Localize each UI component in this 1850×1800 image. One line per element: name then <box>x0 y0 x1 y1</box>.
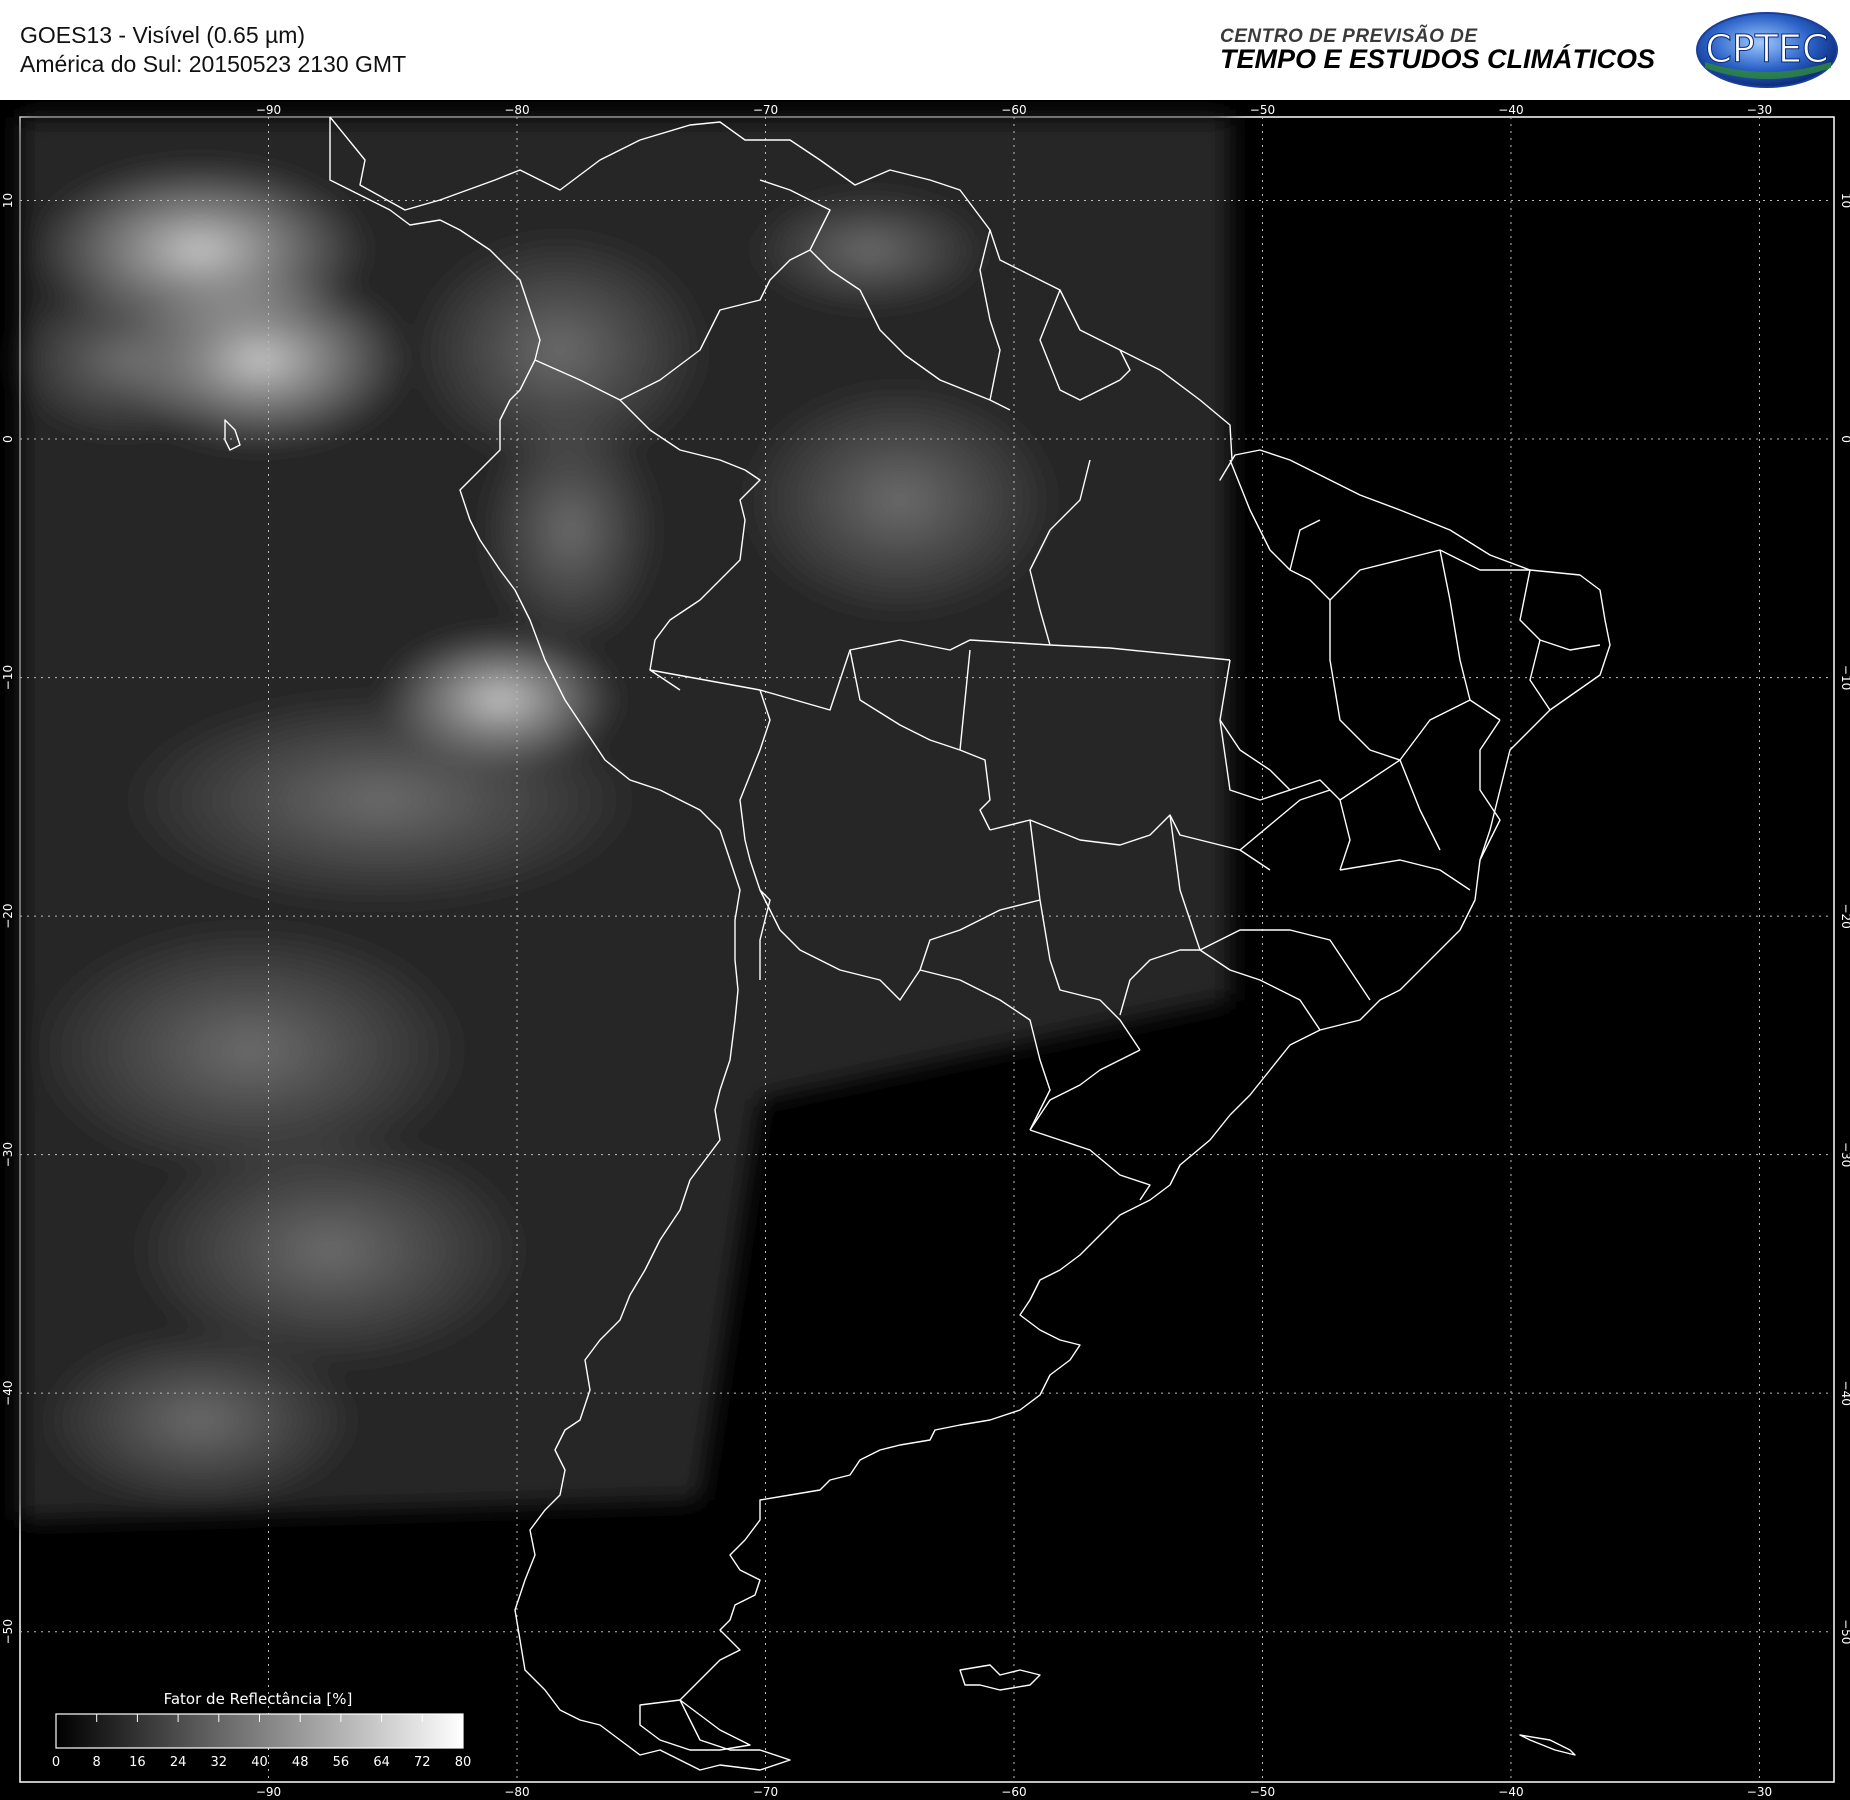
colorbar-tick-label: 16 <box>129 1755 146 1770</box>
lat-tick-label-right: −50 <box>1839 1619 1850 1644</box>
colorbar-tick-label: 32 <box>211 1755 228 1770</box>
org-name-line2: TEMPO E ESTUDOS CLIMÁTICOS <box>1220 44 1656 74</box>
lat-tick-label-left: −20 <box>1 903 15 928</box>
colorbar-tick-label: 0 <box>52 1755 60 1770</box>
lon-tick-label-bottom: −90 <box>256 1785 281 1799</box>
lat-tick-label-right: −40 <box>1839 1381 1850 1406</box>
lat-tick-label-left: −10 <box>1 665 15 690</box>
colorbar-tick-label: 56 <box>333 1755 350 1770</box>
lon-tick-label-top: −60 <box>1001 103 1026 117</box>
lon-tick-label-bottom: −40 <box>1498 1785 1523 1799</box>
lat-tick-label-left: 10 <box>1 193 15 208</box>
lat-tick-label-right: 0 <box>1839 435 1850 443</box>
lon-tick-label-top: −70 <box>753 103 778 117</box>
lat-tick-label-left: −40 <box>1 1381 15 1406</box>
lat-tick-label-right: −30 <box>1839 1142 1850 1167</box>
lat-tick-label-left: −30 <box>1 1142 15 1167</box>
lon-tick-label-top: −90 <box>256 103 281 117</box>
lat-tick-label-left: 0 <box>1 435 15 443</box>
region-datetime: América do Sul: 20150523 2130 GMT <box>20 51 407 77</box>
lon-tick-label-bottom: −60 <box>1001 1785 1026 1799</box>
lon-tick-label-top: −50 <box>1250 103 1275 117</box>
lat-tick-label-left: −50 <box>1 1619 15 1644</box>
lon-tick-label-bottom: −80 <box>504 1785 529 1799</box>
lon-tick-label-top: −80 <box>504 103 529 117</box>
satellite-map: −90 −90 −80 −80 −70 −70 −60 −60 −50 −50 −40 −40 −30 −… <box>0 100 1850 1800</box>
lon-tick-label-bottom: −50 <box>1250 1785 1275 1799</box>
lat-tick-label-right: −20 <box>1839 903 1850 928</box>
product-title: GOES13 - Visível (0.65 µm) <box>20 22 306 48</box>
lat-tick-label-right: −10 <box>1839 665 1850 690</box>
colorbar-title: Fator de Reflectância [%] <box>164 1690 353 1708</box>
colorbar-tick-label: 48 <box>292 1755 309 1770</box>
lon-tick-label-bottom: −30 <box>1747 1785 1772 1799</box>
colorbar-tick-label: 80 <box>455 1755 472 1770</box>
logo-text: CPTEC <box>1705 27 1828 71</box>
colorbar-tick-label: 8 <box>93 1755 101 1770</box>
lon-tick-label-top: −40 <box>1498 103 1523 117</box>
lon-tick-label-bottom: −70 <box>753 1785 778 1799</box>
colorbar-tick-label: 40 <box>251 1755 268 1770</box>
colorbar-tick-label: 24 <box>170 1755 187 1770</box>
lon-tick-label-top: −30 <box>1747 103 1772 117</box>
colorbar-tick-label: 64 <box>373 1755 390 1770</box>
cptec-logo: CPTEC <box>1696 12 1838 88</box>
colorbar-tick-label: 72 <box>414 1755 431 1770</box>
lat-tick-label-right: 10 <box>1839 193 1850 208</box>
header: GOES13 - Visível (0.65 µm) América do Su… <box>0 0 1850 100</box>
